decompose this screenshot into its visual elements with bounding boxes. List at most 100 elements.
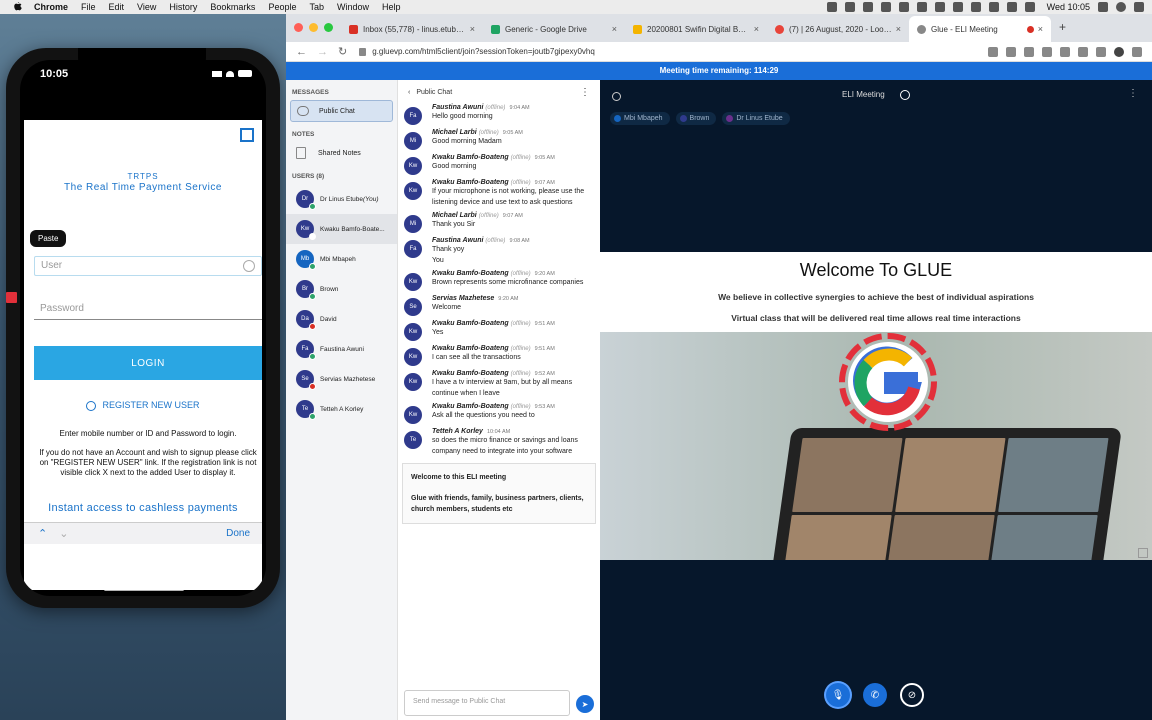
tray-app-icon[interactable] <box>934 2 945 12</box>
apple-menu-icon[interactable] <box>12 2 24 12</box>
menu-tab[interactable]: Tab <box>309 2 324 12</box>
done-button[interactable]: Done <box>226 528 250 539</box>
wifi-icon[interactable] <box>970 2 981 12</box>
close-tab-icon[interactable]: × <box>754 24 759 34</box>
video-off-button[interactable]: ⊘ <box>900 683 924 707</box>
menu-bookmarks[interactable]: Bookmarks <box>210 2 255 12</box>
contact-icon[interactable] <box>243 260 255 272</box>
fullscreen-icon[interactable] <box>1138 548 1148 558</box>
extension-icon[interactable] <box>1060 47 1070 57</box>
tab-drive[interactable]: Generic - Google Drive × <box>483 16 625 42</box>
user-field[interactable]: User <box>34 256 262 276</box>
user-list-item[interactable]: Da David <box>286 304 397 334</box>
qr-code-icon[interactable] <box>240 128 254 142</box>
user-list-item[interactable]: Dr Dr Linus Etube (You) <box>286 184 397 214</box>
tab-glue-meeting[interactable]: Glue - ELI Meeting × <box>909 16 1051 42</box>
sender-name: Kwaku Bamfo-Boateng <box>432 370 509 377</box>
login-button[interactable]: LOGIN <box>34 346 262 380</box>
menu-edit[interactable]: Edit <box>109 2 125 12</box>
message-body: Kwaku Bamfo-Boateng (offline) 9:53 AM Ask … <box>432 403 596 424</box>
chat-options-icon[interactable]: ⋮ <box>580 87 590 98</box>
tray-app-icon[interactable] <box>952 2 963 12</box>
tray-app-icon[interactable] <box>844 2 855 12</box>
close-tab-icon[interactable]: × <box>896 24 901 34</box>
message-body: Tetteh A Korley 10:04 AM so does the micro… <box>432 428 596 457</box>
chat-message: Fa Faustina Awuni (offline) 9:04 AM Hello g… <box>398 104 600 125</box>
menu-app-name[interactable]: Chrome <box>34 2 68 12</box>
extension-icon[interactable] <box>1024 47 1034 57</box>
sender-avatar: Kw <box>404 406 422 424</box>
forward-arrow-icon[interactable]: → <box>317 46 328 58</box>
close-tab-icon[interactable]: × <box>470 24 475 34</box>
register-new-user-link[interactable]: REGISTER NEW USER <box>24 400 262 411</box>
kebab-menu-icon[interactable] <box>1132 47 1142 57</box>
phone-audio-button[interactable]: ✆ <box>863 683 887 707</box>
chat-message-input[interactable]: Send message to Public Chat <box>404 690 570 716</box>
message-body: Kwaku Bamfo-Boateng (offline) 9:51 AM I ca… <box>432 345 596 366</box>
tray-app-icon[interactable] <box>826 2 837 12</box>
url-field[interactable]: g.gluevp.com/html5client/join?sessionTok… <box>359 47 595 56</box>
next-field-button[interactable]: ⌄ <box>59 527 68 540</box>
tray-app-icon[interactable] <box>916 2 927 12</box>
tab-slides[interactable]: 20200801 Swifin Digital Bankin... × <box>625 16 767 42</box>
user-avatar-icon[interactable] <box>1116 2 1126 12</box>
menu-window[interactable]: Window <box>337 2 369 12</box>
flag-icon[interactable] <box>1024 2 1035 12</box>
new-tab-button[interactable]: + <box>1059 20 1066 34</box>
extension-icon[interactable] <box>1042 47 1052 57</box>
shared-notes-item[interactable]: Shared Notes <box>290 142 393 164</box>
menu-help[interactable]: Help <box>382 2 401 12</box>
microphone-button[interactable]: 🎙 <box>826 683 850 707</box>
search-icon[interactable] <box>1098 2 1108 12</box>
message-text: Yes <box>432 329 444 336</box>
record-button-icon[interactable] <box>900 90 910 100</box>
menu-clock[interactable]: Wed 10:05 <box>1047 2 1090 12</box>
message-text: Good morning Madam <box>432 138 502 145</box>
previous-field-button[interactable]: ⌃ <box>38 527 47 540</box>
settings-menu-icon[interactable]: ⋮ <box>1128 88 1138 99</box>
tray-app-icon[interactable] <box>880 2 891 12</box>
tab-gmail[interactable]: Inbox (55,778) - linus.etube@... × <box>341 16 483 42</box>
close-window-button[interactable] <box>294 23 303 32</box>
extension-icon[interactable] <box>1078 47 1088 57</box>
public-chat-item[interactable]: Public Chat <box>290 100 393 122</box>
puzzle-icon[interactable] <box>1096 47 1106 57</box>
user-options-icon[interactable] <box>612 91 621 101</box>
volume-icon[interactable] <box>988 2 999 12</box>
star-icon[interactable] <box>1006 47 1016 57</box>
menu-view[interactable]: View <box>137 2 156 12</box>
tray-app-icon[interactable] <box>862 2 873 12</box>
user-list-item[interactable]: Mb Mbi Mbapeh <box>286 244 397 274</box>
video-grid-image <box>781 438 1109 560</box>
menu-people[interactable]: People <box>268 2 296 12</box>
lock-icon[interactable] <box>359 47 367 56</box>
maximize-window-button[interactable] <box>324 23 333 32</box>
paste-popup-button[interactable]: Paste <box>30 230 67 247</box>
user-list-item[interactable]: Br Brown <box>286 274 397 304</box>
tab-loom[interactable]: (7) | 26 August, 2020 - Loom... × <box>767 16 909 42</box>
close-tab-icon[interactable]: × <box>612 24 617 34</box>
user-list-item[interactable]: Fa Faustina Awuni <box>286 334 397 364</box>
battery-icon[interactable] <box>1006 2 1017 12</box>
chat-back-icon[interactable]: ‹ <box>408 89 410 96</box>
user-list-item[interactable]: Se Servias Mazhetese <box>286 364 397 394</box>
control-center-icon[interactable] <box>1134 2 1144 12</box>
user-list-item[interactable]: Kw Kwaku Bamfo-Boate... <box>286 214 397 244</box>
password-field[interactable]: Password <box>34 300 262 320</box>
menu-history[interactable]: History <box>169 2 197 12</box>
user-list-item[interactable]: Te Tetteh A Korley <box>286 394 397 424</box>
reload-icon[interactable]: ↻ <box>338 45 347 58</box>
record-stop-icon[interactable] <box>6 292 17 303</box>
minimize-window-button[interactable] <box>309 23 318 32</box>
signup-help-text: If you do not have an Account and wish t… <box>39 448 257 477</box>
menu-file[interactable]: File <box>81 2 96 12</box>
home-indicator[interactable] <box>104 588 184 591</box>
tray-app-icon[interactable] <box>898 2 909 12</box>
profile-avatar[interactable] <box>1114 47 1124 57</box>
microphone-icon[interactable] <box>988 47 998 57</box>
sender-initials: Te <box>409 437 417 443</box>
back-arrow-icon[interactable]: ← <box>296 46 307 58</box>
send-message-button[interactable]: ➤ <box>576 695 594 713</box>
close-tab-icon[interactable]: × <box>1038 24 1043 34</box>
chat-message: Kw Kwaku Bamfo-Boateng (offline) 9:51 AM I … <box>398 345 600 366</box>
